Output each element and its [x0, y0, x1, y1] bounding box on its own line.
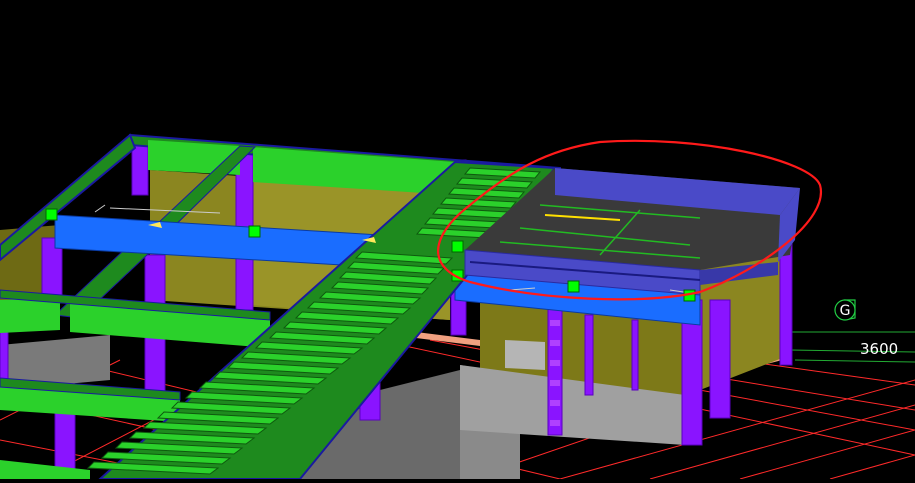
grip-handle[interactable] [567, 280, 580, 293]
3d-model-viewport[interactable]: G 3600 [0, 0, 915, 480]
model-canvas[interactable]: G 3600 [0, 0, 915, 480]
grip-handle[interactable] [45, 208, 58, 221]
axis-bubble-label: G [840, 303, 851, 319]
dimension-label: 3600 [860, 340, 898, 358]
grip-handle[interactable] [248, 225, 261, 238]
axis-bubble-g[interactable]: G [834, 299, 856, 321]
grip-handle[interactable] [451, 240, 464, 253]
